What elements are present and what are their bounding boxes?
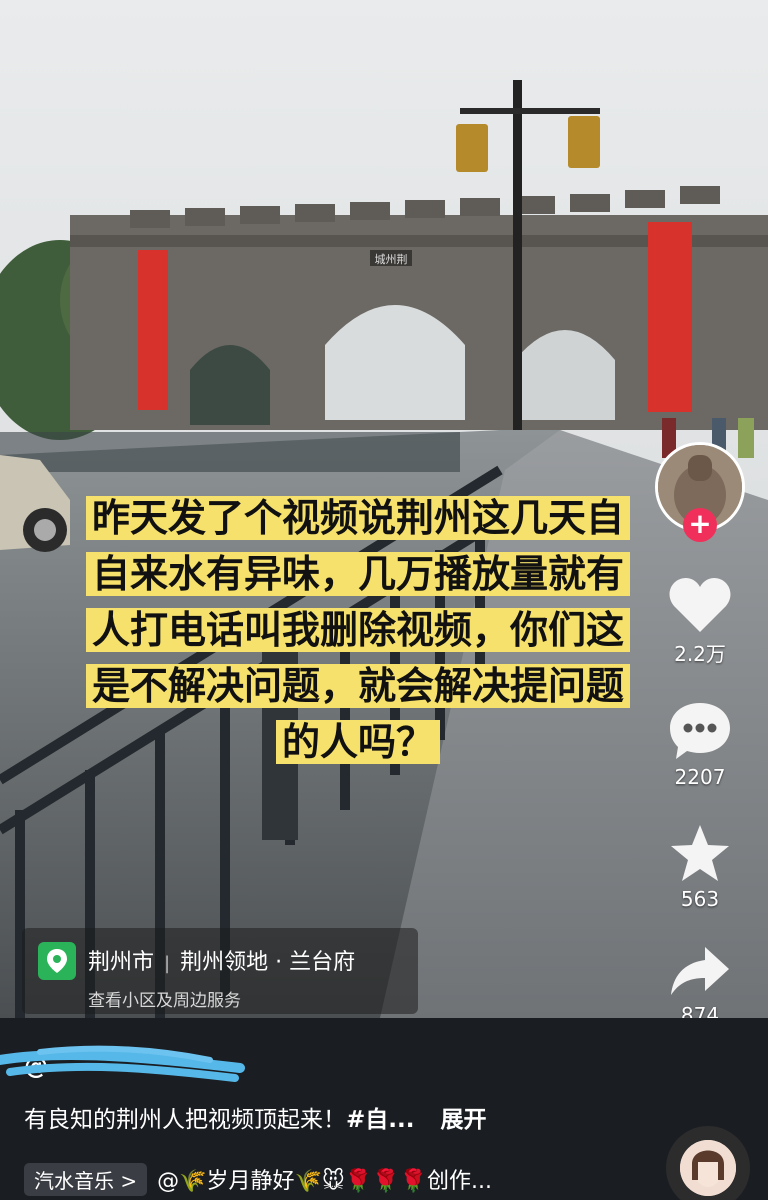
like-action[interactable]: 2.2万: [668, 576, 732, 667]
favorite-action[interactable]: 563: [669, 823, 731, 911]
location-card[interactable]: 荆州市 | 荆州领地 · 兰台府 查看小区及周边服务: [22, 928, 418, 1014]
video-caption: 昨天发了个视频说荆州这几天自 自来水有异味，几万播放量就有 人打电话叫我删除视频…: [48, 490, 668, 770]
music-app-chip[interactable]: 汽水音乐 >: [24, 1162, 148, 1196]
description-text: 有良知的荆州人把视频顶起来！: [24, 1107, 346, 1133]
caption-line: 是不解决问题，就会解决提问题: [85, 664, 630, 708]
caption-line: 人打电话叫我删除视频，你们这: [85, 608, 630, 652]
comment-action[interactable]: 2207: [668, 701, 732, 789]
location-city: 荆州市: [88, 950, 155, 975]
star-icon: [671, 825, 729, 881]
music-row[interactable]: 汽水音乐 > @🌾岁月静好🌾🐭🌹🌹🌹创作...: [24, 1162, 493, 1196]
author-avatar-button[interactable]: +: [655, 442, 745, 542]
expand-button[interactable]: 展开: [440, 1107, 486, 1133]
follow-button[interactable]: +: [683, 508, 717, 542]
post-info: @ 有良知的荆州人把视频顶起来！#自... 展开 汽水音乐 > @🌾岁月静好🌾🐭🌹…: [0, 1018, 768, 1200]
share-arrow-icon: [671, 947, 729, 995]
caption-line: 自来水有异味，几万播放量就有: [85, 552, 630, 596]
caption-line: 的人吗？: [275, 720, 440, 764]
video-screen: 城州荆 昨天发了个视频说荆州这几天自 自来水有异味，几万播放量就有 人打电话叫我…: [0, 0, 768, 1200]
hashtag-link[interactable]: #自...: [346, 1107, 414, 1133]
plus-icon: +: [688, 507, 712, 540]
favorite-count: 563: [680, 887, 720, 911]
location-subtitle: 查看小区及周边服务: [88, 991, 241, 1011]
location-pin-icon: [38, 942, 76, 980]
location-place: 荆州领地 · 兰台府: [180, 950, 356, 975]
music-credit: @🌾岁月静好🌾🐭🌹🌹🌹创作...: [157, 1169, 493, 1194]
caption-line: 昨天发了个视频说荆州这几天自: [85, 496, 630, 540]
divider: |: [164, 953, 171, 974]
music-disc-avatar: [680, 1140, 736, 1196]
like-count: 2.2万: [674, 642, 726, 666]
comment-count: 2207: [674, 765, 726, 789]
music-disc[interactable]: [666, 1126, 750, 1200]
redaction-scribble: [0, 1045, 245, 1082]
heart-icon: [669, 578, 731, 632]
chat-bubble-icon: [670, 703, 730, 759]
action-rail: + 2.2万 2207 563 874: [650, 442, 750, 1027]
post-description: 有良知的荆州人把视频顶起来！#自... 展开: [24, 1100, 486, 1134]
gate-sign: 城州荆: [375, 253, 408, 266]
location-title: 荆州市 | 荆州领地 · 兰台府: [88, 944, 355, 976]
share-action[interactable]: 874: [669, 945, 731, 1027]
